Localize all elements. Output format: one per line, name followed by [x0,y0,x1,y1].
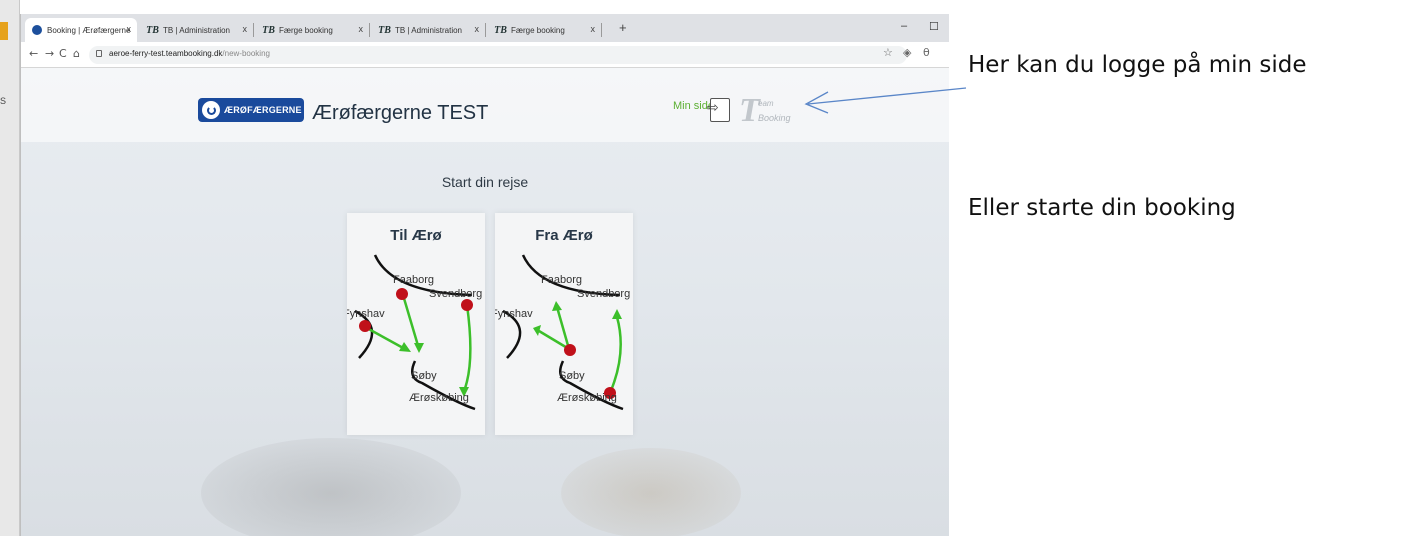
maximize-button[interactable]: ☐ [929,20,939,33]
tab-bar: Booking | Ærøfærgerne x TB TB | Administ… [21,14,949,42]
extension-icon[interactable]: ◈ [903,46,911,59]
place-label: Ærøskøbing [409,392,469,404]
profile-icon[interactable]: θ [923,46,930,59]
place-label: Fynshav [347,308,385,320]
minimize-button[interactable]: – [901,20,907,32]
teambooking-logo-booking: Booking [758,113,791,123]
teambooking-favicon-icon: TB [262,24,275,36]
tab-separator [253,23,254,37]
close-icon[interactable]: x [475,24,480,34]
place-label: Faaborg [541,274,582,286]
place-label: Ærøskøbing [557,392,617,404]
aerofaergerne-favicon-icon [31,25,42,36]
teambooking-favicon-icon: TB [494,24,507,36]
card-title: Til Ærø [390,227,442,244]
port-marker-fynshav [359,320,371,332]
close-icon[interactable]: x [591,24,596,34]
login-icon[interactable] [707,98,730,122]
tab-label: Færge booking [279,25,333,35]
port-marker-faaborg [396,288,408,300]
place-label: Svendborg [577,288,630,300]
site-title: Ærøfærgerne TEST [312,102,489,124]
new-tab-button[interactable]: + [619,20,627,35]
window-edge-text: S [0,96,7,106]
teambooking-favicon-icon: TB [378,24,391,36]
background-photo-blur [201,438,461,536]
arrowhead [552,301,562,311]
route-map: Faaborg Svendborg Fynshav Søby Ærøskøbin… [347,254,482,411]
annotation-arrow [804,87,967,114]
place-label: Søby [411,370,437,382]
route-arrow [608,316,622,394]
tab-faerge-booking[interactable]: TB Færge booking x [257,18,370,42]
start-title: Start din rejse [441,174,529,190]
teambooking-logo-T: T [739,92,760,129]
url-text: aeroe-ferry-test.teambooking.dk/new-book… [109,49,270,58]
fra-aero-card[interactable]: Fra Ærø Faaborg Svendborg Fynshav Søby Æ… [495,213,633,435]
home-icon[interactable]: ⌂ [73,47,80,60]
login-hint-annotation: Her kan du logge på min side [968,52,1307,78]
tab-faerge-booking-2[interactable]: TB Færge booking x [489,18,602,42]
close-icon[interactable]: x [127,24,132,34]
forward-arrow-icon[interactable]: → [45,47,54,60]
address-bar[interactable]: aeroe-ferry-test.teambooking.dk/new-book… [89,46,907,64]
place-label: Svendborg [429,288,482,300]
close-icon[interactable]: x [243,24,248,34]
tab-label: Færge booking [511,25,565,35]
port-marker-svendborg [461,299,473,311]
background-photo-blur [561,448,741,536]
aerofaergerne-logo[interactable]: ÆRØFÆRGERNE [198,98,304,122]
tab-label: TB | Administration [163,25,230,35]
til-aero-card[interactable]: Til Ærø Faaborg Svendborg Fynshav Søby Æ… [347,213,485,435]
route-arrow [462,304,472,392]
arrowhead [414,343,424,353]
close-icon[interactable]: x [359,24,364,34]
route-arrow [401,294,421,350]
teambooking-favicon-icon: TB [146,24,159,36]
phone-icon [202,101,220,119]
lock-icon [96,50,102,57]
tab-separator [485,23,486,37]
bookmark-star-icon[interactable]: ☆ [883,46,893,59]
back-arrow-icon[interactable]: ← [29,47,38,60]
teambooking-logo-eam: eam [758,99,774,108]
tab-label: Booking | Ærøfærgerne [47,25,131,35]
tab-label: TB | Administration [395,25,462,35]
route-map: Faaborg Svendborg Fynshav Søby Ærøskøbin… [495,254,630,411]
booking-hint-annotation: Eller starte din booking [968,195,1236,221]
reload-icon[interactable]: C [59,47,67,60]
tab-tb-administration-2[interactable]: TB TB | Administration x [373,18,486,42]
teambooking-logo: T eam Booking [739,92,791,130]
tab-separator [601,23,602,37]
app-icon [0,22,8,40]
place-label: Faaborg [393,274,434,286]
tab-booking-aerofaergerne[interactable]: Booking | Ærøfærgerne x [25,18,137,42]
web-page: ÆRØFÆRGERNE Ærøfærgerne TEST Min side T … [21,68,949,536]
brand-logo-text: ÆRØFÆRGERNE [224,105,302,115]
place-label: Søby [559,370,585,382]
place-label: Fynshav [495,308,533,320]
tab-tb-administration[interactable]: TB TB | Administration x [141,18,254,42]
browser-toolbar: ← → C ⌂ aeroe-ferry-test.teambooking.dk/… [21,42,949,68]
arrowhead [612,309,622,319]
tab-separator [369,23,370,37]
port-marker-soby [564,344,576,356]
card-title: Fra Ærø [535,227,593,244]
background-window-edge: S [0,0,20,536]
